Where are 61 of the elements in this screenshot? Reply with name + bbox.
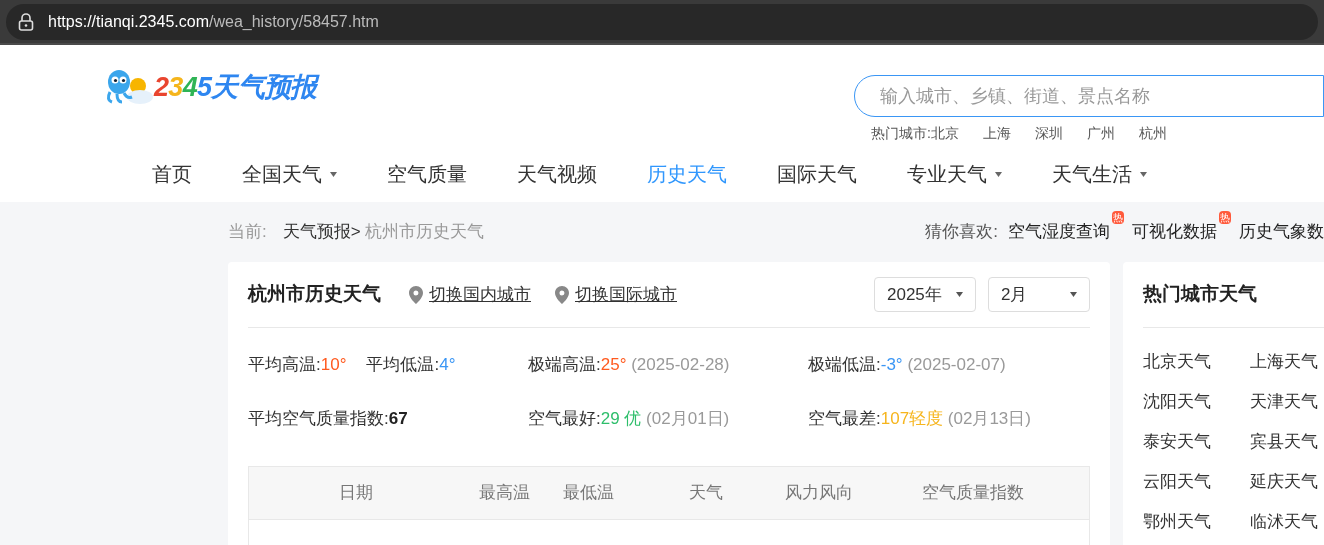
breadcrumb-label: 当前: [228, 221, 267, 244]
stat-text: 平均高温:10° [248, 354, 347, 376]
year-select[interactable]: 2025年 [874, 277, 976, 312]
city-weather-link[interactable]: 延庆天气 [1250, 470, 1324, 494]
nav-item[interactable]: 天气视频 [517, 159, 597, 189]
stat-text: 极端高温:25° (2025-02-28) [528, 355, 730, 374]
city-weather-link[interactable]: 天津天气 [1250, 390, 1324, 414]
url-text: https://tianqi.2345.com/wea_history/58457.htm [48, 11, 379, 32]
hot-city-link[interactable]: 杭州 [1138, 123, 1167, 144]
nav-item[interactable]: 空气质量 [387, 159, 467, 189]
search-field[interactable]: 输入城市、乡镇、街道、景点名称 [854, 75, 1324, 117]
hot-city-link[interactable]: 北京 [930, 123, 959, 144]
nav-item[interactable]: 专业天气 [907, 159, 1002, 189]
logo-mascot-icon [104, 68, 154, 107]
lock-icon [18, 12, 34, 31]
hot-cities-label: 热门城市: [871, 124, 931, 143]
city-weather-link[interactable]: 临沭天气 [1250, 510, 1324, 534]
city-weather-link[interactable]: 上海天气 [1250, 350, 1324, 374]
city-weather-link[interactable]: 沈阳天气 [1143, 390, 1250, 414]
column-header: 最高温 [478, 482, 531, 505]
hot-city-link[interactable]: 深圳 [1034, 123, 1063, 144]
nav-item[interactable]: 国际天气 [777, 159, 857, 189]
address-bar[interactable]: https://tianqi.2345.com/wea_history/58457.htm [6, 3, 1318, 40]
card-title: 热门城市天气 [1143, 282, 1257, 307]
card-title: 杭州市历史天气 [248, 282, 381, 307]
switch-city-link[interactable]: 切换国际城市 [555, 281, 677, 308]
suggest-link[interactable]: 历史气象数 [1239, 219, 1324, 245]
breadcrumb-current: 杭州市历史天气 [364, 221, 484, 244]
city-weather-link[interactable]: 泰安天气 [1143, 430, 1250, 454]
nav-item[interactable]: 天气生活 [1052, 159, 1147, 189]
caret-icon [1140, 171, 1147, 177]
hot-badge: 热 [1219, 211, 1231, 225]
column-header: 日期 [338, 482, 374, 505]
stat-text: 空气最差:107轻度 (02月13日) [808, 408, 1031, 428]
hot-city-link[interactable]: 广州 [1086, 123, 1115, 144]
hot-city-link[interactable]: 上海 [982, 123, 1011, 144]
breadcrumb-link[interactable]: 天气预报> [282, 219, 361, 245]
stat-text: 平均空气质量指数:67 [248, 408, 408, 428]
column-header: 风力风向 [784, 482, 854, 505]
suggest-label: 猜你喜欢: [925, 221, 998, 244]
nav-item[interactable]: 全国天气 [242, 159, 337, 189]
nav-item[interactable]: 首页 [152, 159, 192, 189]
month-select[interactable]: 2月 [988, 277, 1090, 312]
city-weather-link[interactable]: 鄂州天气 [1143, 510, 1250, 534]
column-header: 空气质量指数 [921, 482, 1025, 505]
stat-text: 极端低温:-3° (2025-02-07) [808, 355, 1006, 374]
stat-text: 平均低温:4° [366, 354, 456, 376]
hot-badge: 热 [1112, 211, 1124, 225]
column-header: 最低温 [562, 482, 615, 505]
switch-city-link[interactable]: 切换国内城市 [409, 281, 531, 308]
city-weather-link[interactable]: 宾县天气 [1250, 430, 1324, 454]
caret-icon [1070, 292, 1077, 297]
city-weather-link[interactable]: 北京天气 [1143, 350, 1250, 374]
location-pin-icon [409, 285, 423, 304]
column-header: 天气 [688, 482, 724, 505]
caret-icon [330, 171, 337, 177]
location-pin-icon [555, 285, 569, 304]
city-weather-link[interactable]: 云阳天气 [1143, 470, 1250, 494]
stat-text: 空气最好:29 优 (02月01日) [528, 408, 730, 428]
caret-icon [956, 292, 963, 297]
caret-icon [995, 171, 1002, 177]
